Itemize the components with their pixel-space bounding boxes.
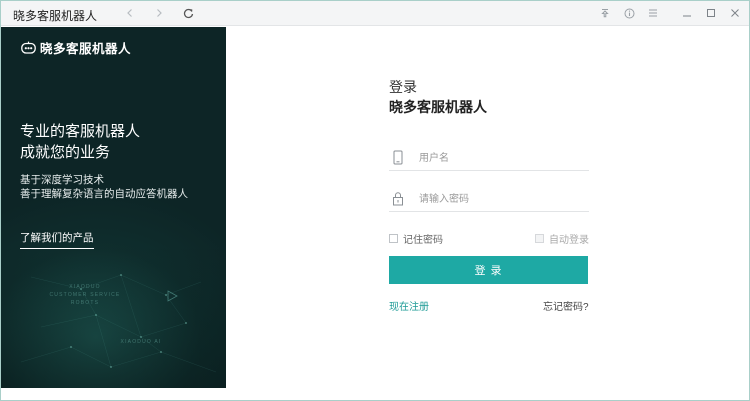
robot-logo-icon bbox=[21, 41, 36, 54]
back-icon[interactable] bbox=[120, 4, 140, 22]
password-input[interactable] bbox=[419, 190, 584, 208]
network-decoration bbox=[20, 274, 217, 373]
learn-more-link[interactable]: 了解我们的产品 bbox=[20, 230, 94, 249]
auto-login-checkbox-box[interactable] bbox=[535, 234, 544, 243]
forward-icon[interactable] bbox=[149, 4, 169, 22]
login-button[interactable]: 登 录 bbox=[389, 256, 588, 284]
remember-checkbox-box[interactable] bbox=[389, 234, 398, 243]
watermark-line-4: XIAODUO AI bbox=[120, 339, 162, 345]
remember-password-checkbox[interactable]: 记住密码 bbox=[389, 231, 443, 246]
username-field bbox=[389, 147, 589, 171]
register-link[interactable]: 现在注册 bbox=[389, 298, 429, 313]
auto-login-label: 自动登录 bbox=[549, 235, 589, 246]
maximize-icon[interactable] bbox=[701, 4, 721, 22]
login-subtitle: 晓多客服机器人 bbox=[389, 99, 487, 115]
title-bar: 晓多客服机器人 bbox=[1, 1, 749, 26]
headline-line-2: 成就您的业务 bbox=[20, 144, 111, 161]
lock-icon bbox=[393, 192, 403, 206]
subtitle-line-2: 善于理解复杂语言的自动应答机器人 bbox=[20, 188, 188, 200]
login-panel: 登录 晓多客服机器人 记住密码 自动登录 登 录 现在注册 bbox=[226, 27, 749, 388]
headline-line-1: 专业的客服机器人 bbox=[20, 123, 141, 140]
app-window: 晓多客服机器人 晓多客服机器人 专业的客服机器人 成就您的业务 基于深度学习技术… bbox=[0, 0, 750, 401]
menu-icon[interactable] bbox=[643, 4, 663, 22]
auto-login-checkbox[interactable]: 自动登录 bbox=[535, 231, 589, 246]
window-title: 晓多客服机器人 bbox=[13, 9, 98, 23]
brand: 晓多客服机器人 bbox=[21, 38, 131, 57]
password-field bbox=[389, 188, 589, 212]
watermark-line-1: XIAODUO bbox=[69, 284, 101, 290]
promo-panel: 晓多客服机器人 专业的客服机器人 成就您的业务 基于深度学习技术 善于理解复杂语… bbox=[1, 27, 226, 388]
refresh-icon[interactable] bbox=[178, 4, 198, 22]
phone-icon bbox=[393, 150, 403, 165]
close-icon[interactable] bbox=[725, 4, 745, 22]
minimize-icon[interactable] bbox=[677, 4, 697, 22]
info-icon[interactable] bbox=[619, 4, 639, 22]
watermark-line-2: CUSTOMER SERVICE bbox=[49, 292, 121, 298]
remember-password-label: 记住密码 bbox=[403, 235, 443, 246]
login-title: 登录 bbox=[389, 79, 417, 95]
username-input[interactable] bbox=[419, 149, 584, 167]
forgot-password-link[interactable]: 忘记密码? bbox=[543, 298, 589, 313]
brand-name: 晓多客服机器人 bbox=[40, 42, 132, 56]
pin-icon[interactable] bbox=[595, 4, 615, 22]
watermark-line-3: ROBOTS bbox=[70, 300, 100, 306]
